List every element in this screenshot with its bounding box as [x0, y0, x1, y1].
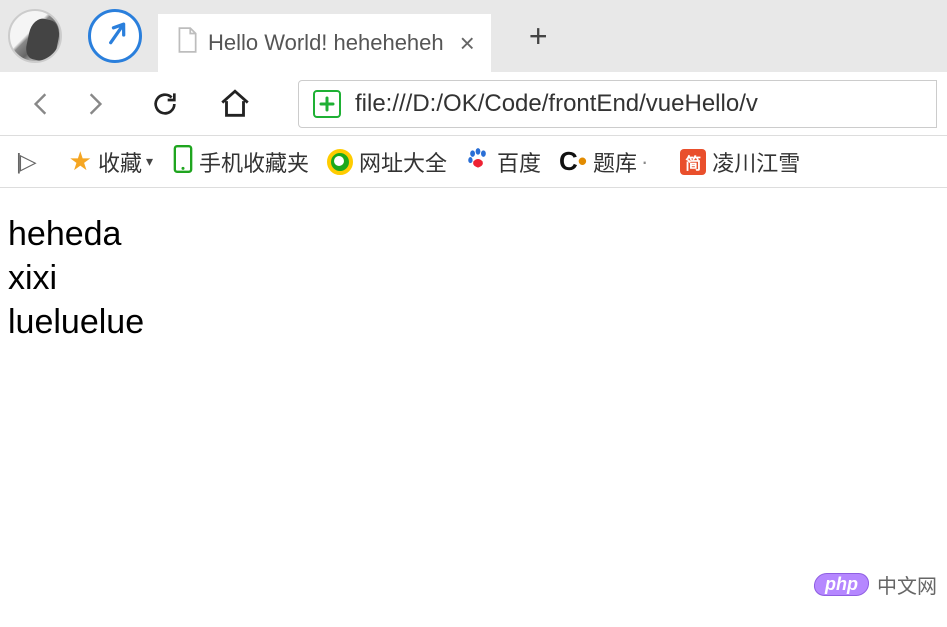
bookmark-sep: ·	[641, 149, 648, 175]
navigation-icon	[93, 13, 138, 59]
tab-strip: Hello World! heheheheh × +	[0, 0, 947, 72]
star-icon: ★	[69, 146, 92, 177]
bookmark-label: 百度	[497, 146, 541, 178]
bookmark-label: 题库	[593, 146, 637, 178]
chevron-right-icon	[82, 91, 108, 117]
bookmark-mobile[interactable]: 手机收藏夹	[169, 143, 313, 181]
avatar[interactable]	[8, 9, 62, 63]
watermark-text: 中文网	[877, 570, 937, 599]
page-line: xixi	[8, 256, 939, 300]
url-text: file:///D:/OK/Code/frontEnd/vueHello/v	[355, 90, 758, 118]
reload-icon	[149, 88, 181, 120]
tab-title: Hello World! heheheheh	[208, 30, 444, 56]
file-icon	[176, 27, 198, 59]
baidu-icon	[465, 146, 491, 178]
bookmark-favorites[interactable]: ★ 收藏 ▾	[65, 144, 159, 180]
bookmark-label: 网址大全	[359, 146, 447, 178]
jian-icon: 简	[680, 149, 706, 175]
php-logo-icon: php	[813, 573, 870, 596]
tab-close-button[interactable]: ×	[460, 28, 475, 59]
url-bar[interactable]: file:///D:/OK/Code/frontEnd/vueHello/v	[298, 80, 937, 128]
bookmark-lingchuan[interactable]: 简 凌川江雪	[676, 144, 804, 180]
browser-tab[interactable]: Hello World! heheheheh ×	[158, 14, 491, 72]
bookmark-baidu[interactable]: 百度	[461, 144, 545, 180]
bookmark-label: 手机收藏夹	[199, 146, 309, 178]
bookmark-tiku[interactable]: C• 题库 ·	[555, 144, 652, 180]
bookmarks-bar: |▷ ★ 收藏 ▾ 手机收藏夹 网址大全 百度 C• 题库 · 简 凌川江雪	[0, 136, 947, 188]
sidebar-toggle-icon[interactable]: |▷	[16, 149, 35, 175]
new-tab-button[interactable]: +	[529, 18, 548, 55]
bookmark-label: 收藏	[98, 146, 142, 178]
360-icon	[327, 149, 353, 175]
reload-button[interactable]	[146, 85, 184, 123]
page-line: lueluelue	[8, 300, 939, 344]
home-button[interactable]	[216, 85, 254, 123]
forward-button[interactable]	[76, 85, 114, 123]
home-icon	[218, 87, 252, 121]
watermark: php 中文网	[814, 570, 937, 599]
page-content: heheda xixi lueluelue	[0, 188, 947, 369]
page-line: heheda	[8, 212, 939, 256]
tiku-icon: C•	[559, 146, 587, 177]
shield-icon	[313, 90, 341, 118]
chevron-down-icon: ▾	[146, 153, 153, 170]
compass-button[interactable]	[88, 9, 142, 63]
navigation-toolbar: file:///D:/OK/Code/frontEnd/vueHello/v	[0, 72, 947, 136]
phone-icon	[173, 145, 193, 179]
back-button[interactable]	[22, 85, 60, 123]
chevron-left-icon	[28, 91, 54, 117]
bookmark-sites[interactable]: 网址大全	[323, 144, 451, 180]
bookmark-label: 凌川江雪	[712, 146, 800, 178]
